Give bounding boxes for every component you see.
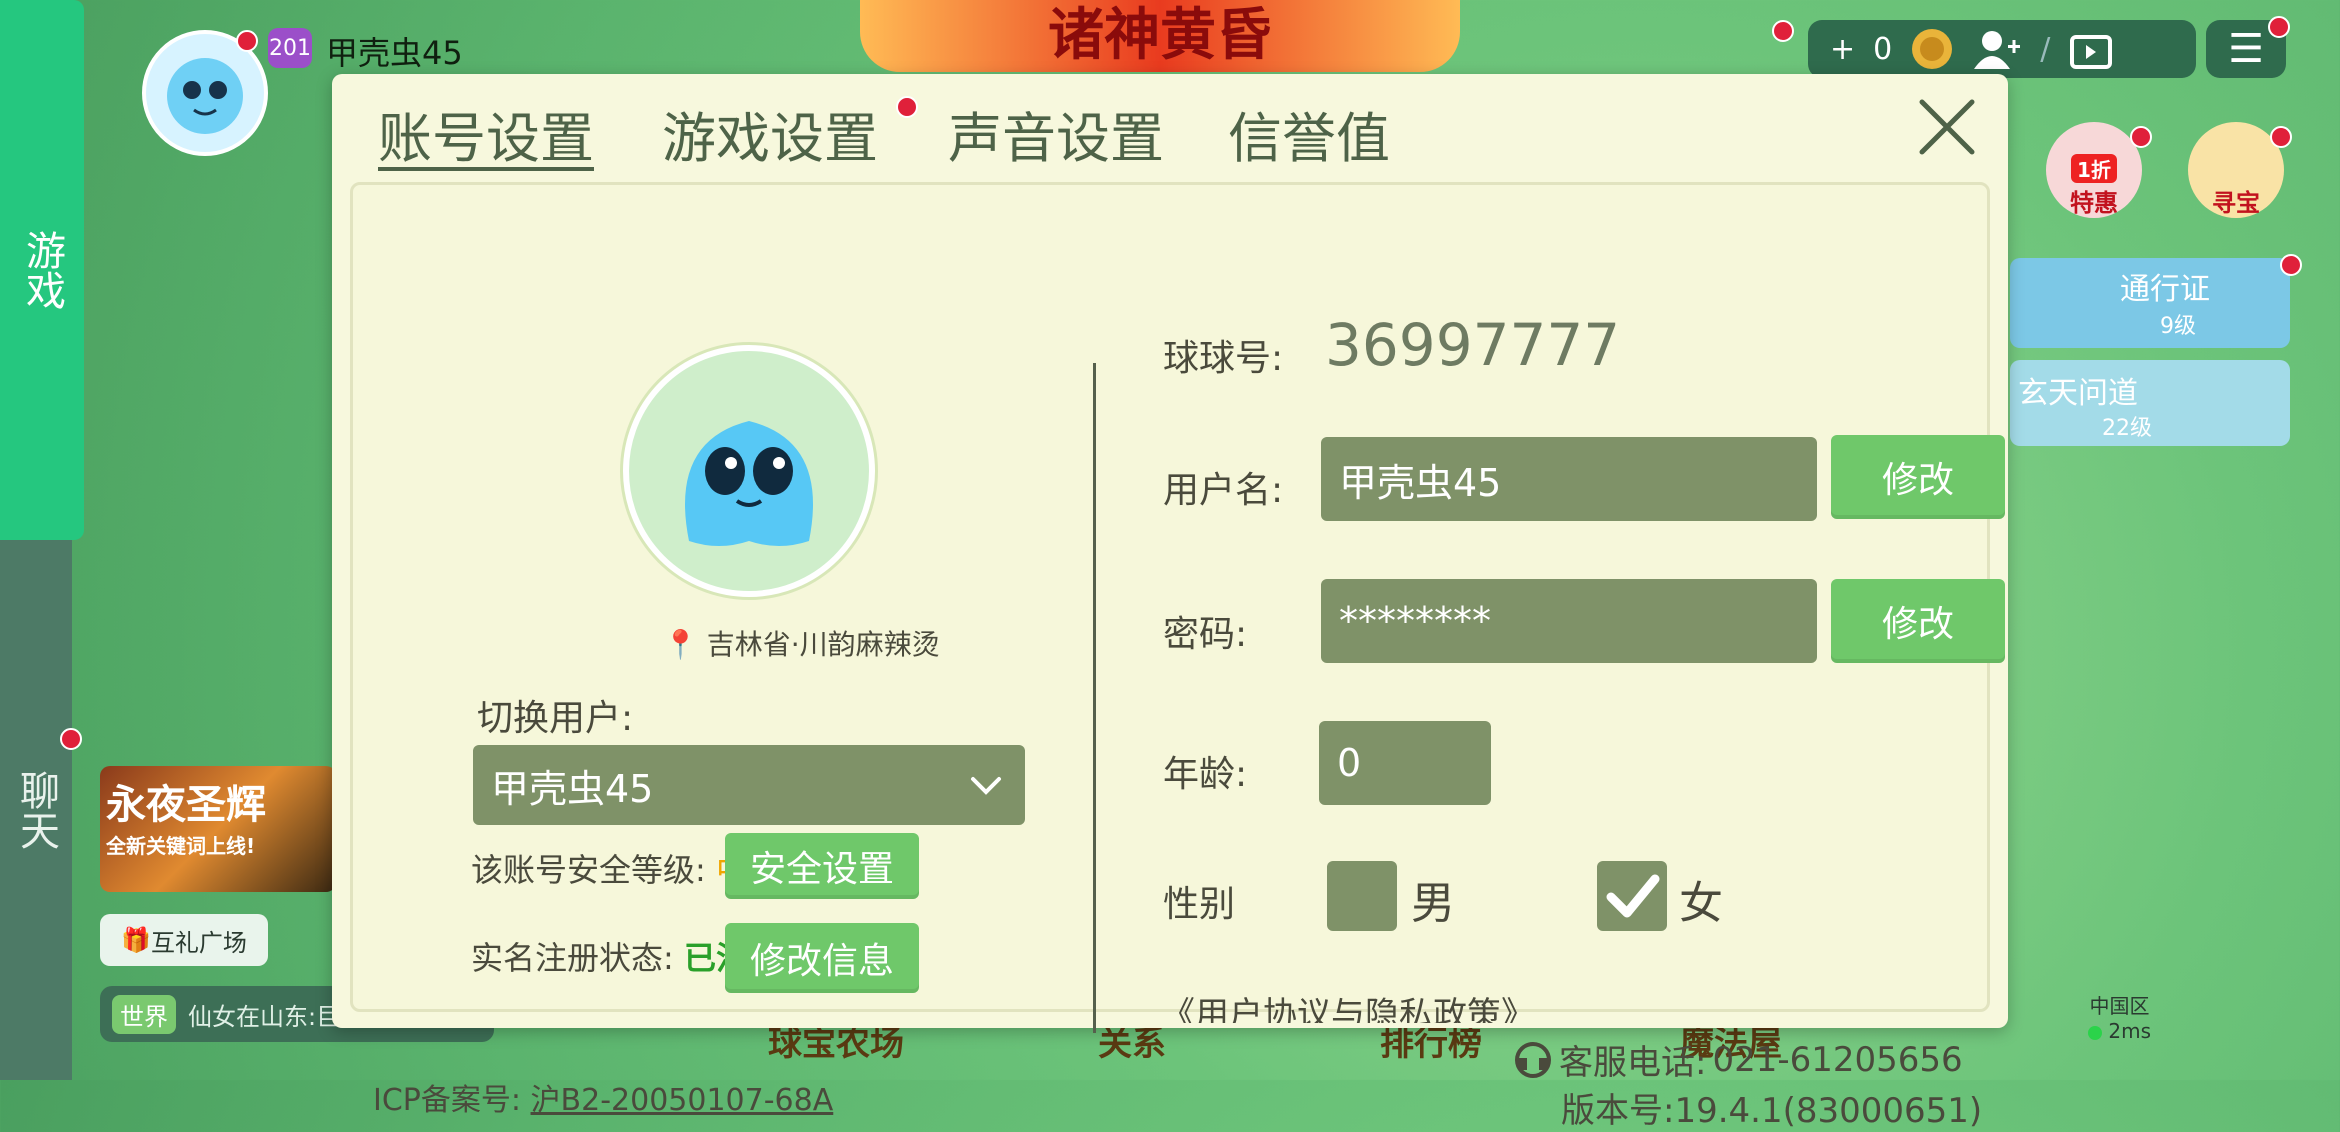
security-level: 该账号安全等级: 中 [471, 845, 748, 891]
close-icon[interactable] [1916, 96, 1978, 158]
notification-dot [1772, 20, 1794, 42]
ball-id-value: 36997777 [1325, 311, 1621, 379]
location-pin-icon: 📍 [663, 628, 698, 661]
realname-label: 实名注册状态: [471, 939, 674, 977]
rail-game-label: 游戏 [19, 230, 65, 310]
pass-label: 通行证 [2120, 272, 2210, 307]
switch-user-label: 切换用户: [477, 698, 634, 739]
promo-title: 永夜圣辉 [106, 782, 266, 828]
ping-value: 2ms [2108, 1019, 2151, 1043]
security-label: 该账号安全等级: [471, 851, 706, 889]
sale-badge: 1折 [2071, 154, 2117, 183]
event-promo-banner[interactable]: 永夜圣辉 全新关键词上线! [100, 766, 336, 892]
xuantian-label: 玄天问道 [2018, 376, 2138, 411]
checkmark-icon [1606, 874, 1660, 918]
version-info: 版本号:19.4.1(83000651) [1561, 1083, 1982, 1132]
user-agreement-link[interactable]: 《用户协议与隐私政策》 [1161, 987, 1535, 1023]
gender-male-label: 男 [1411, 878, 1455, 929]
tab-sound-settings[interactable]: 声音设置 [948, 94, 1164, 173]
location-text: 吉林省·川韵麻辣烫 [706, 628, 940, 661]
level-badge: 201 [268, 28, 312, 68]
edit-username-button[interactable]: 修改 [1831, 435, 2005, 519]
settings-dialog: 账号设置 游戏设置 声音设置 信誉值 📍 吉林省·川韵麻辣烫 切换用户: 甲壳虫… [332, 74, 2008, 1131]
pass-level: 9级 [2160, 314, 2196, 339]
rail-tab-game[interactable]: 游戏 [0, 0, 84, 540]
coin-count: 0 [1873, 31, 1893, 67]
menu-icon: ☰ [2228, 26, 2264, 72]
gift-icon: 🎁 [121, 926, 151, 954]
username-label: 用户名: [1163, 470, 1284, 511]
current-user: 甲壳虫45 [491, 766, 654, 811]
event-banner[interactable]: 诸神黄昏 [860, 0, 1460, 72]
tv-icon[interactable] [2068, 27, 2114, 71]
xuantian-level: 22级 [2102, 416, 2152, 441]
notification-dot [2280, 254, 2302, 276]
username-field[interactable]: 甲壳虫45 [1321, 437, 1817, 521]
promo-subtitle: 全新关键词上线! [106, 834, 256, 858]
divider [1093, 363, 1096, 1033]
sale-label: 特惠 [2070, 189, 2118, 217]
blob-mascot-icon [685, 421, 813, 546]
xuantian-card[interactable]: 玄天问道 22级 [2010, 360, 2290, 446]
headset-icon [1515, 1041, 1551, 1078]
world-message: 仙女在山东:巨 [188, 1002, 341, 1031]
notification-dot [2270, 126, 2292, 148]
gift-plaza-button[interactable]: 🎁 互礼广场 [100, 914, 268, 966]
gender-female-label: 女 [1679, 878, 1723, 929]
service-label: 客服电话: [1559, 1043, 1707, 1083]
security-settings-button[interactable]: 安全设置 [725, 833, 919, 899]
edit-password-button[interactable]: 修改 [1831, 579, 2005, 663]
rail-chat-label: 聊天 [13, 770, 59, 850]
account-panel: 📍 吉林省·川韵麻辣烫 切换用户: 甲壳虫45 该账号安全等级: 中 安全设置 … [350, 182, 2005, 1131]
level-value: 201 [269, 35, 311, 61]
icp-record: ICP备案号: 沪B2-20050107-68A [373, 1075, 833, 1119]
world-tag: 世界 [112, 994, 176, 1034]
gender-female-checkbox[interactable] [1597, 861, 1667, 931]
notification-dot [2268, 16, 2290, 38]
event-banner-title: 诸神黄昏 [1048, 3, 1272, 68]
location: 📍 吉林省·川韵麻辣烫 [663, 623, 940, 663]
tab-credit-score[interactable]: 信誉值 [1228, 94, 1390, 173]
password-label: 密码: [1163, 614, 1248, 655]
add-friend-icon[interactable] [1972, 27, 2022, 71]
icp-label: ICP备案号: [373, 1083, 521, 1118]
treasure-label: 寻宝 [2212, 189, 2260, 217]
coin-prefix: + [1830, 31, 1856, 67]
notification-dot [2130, 126, 2152, 148]
region-name: 中国区 [2089, 994, 2150, 1018]
region-indicator: 中国区 2ms [2088, 990, 2151, 1043]
ball-id-label: 球球号: [1163, 338, 1284, 379]
rail-tab-chat[interactable]: 聊天 [0, 540, 82, 1080]
ping-dot [2088, 1025, 2102, 1040]
version-value: 19.4.1(83000651) [1674, 1091, 1983, 1131]
age-field[interactable]: 0 [1319, 721, 1491, 805]
edit-info-button[interactable]: 修改信息 [725, 923, 919, 993]
gender-label: 性别 [1163, 884, 1236, 925]
icp-link[interactable]: 沪B2-20050107-68A [531, 1083, 834, 1118]
separator: / [2040, 31, 2051, 67]
customer-service: 客服电话: 021-61205656 [1513, 1035, 1963, 1084]
password-field[interactable]: ******** [1321, 579, 1817, 663]
player-name: 甲壳虫45 [326, 34, 463, 72]
notification-dot [896, 96, 918, 118]
gender-male-checkbox[interactable] [1327, 861, 1397, 931]
notification-dot [236, 30, 258, 52]
service-phone: 021-61205656 [1712, 1039, 1963, 1080]
chevron-down-icon [971, 777, 1001, 795]
tab-account-settings[interactable]: 账号设置 [378, 94, 594, 173]
version-label: 版本号: [1561, 1091, 1675, 1131]
gift-plaza-label: 互礼广场 [150, 928, 247, 957]
sale-button[interactable]: 1折 特惠 [2046, 122, 2142, 218]
tab-game-settings[interactable]: 游戏设置 [662, 94, 878, 173]
age-label: 年龄: [1163, 754, 1248, 795]
battle-pass-card[interactable]: 通行证 9级 [2010, 258, 2290, 348]
switch-user-dropdown[interactable]: 甲壳虫45 [473, 745, 1025, 825]
notification-dot [60, 728, 82, 750]
profile-avatar[interactable] [623, 345, 875, 597]
ping: 2ms [2088, 1019, 2151, 1043]
coin-icon[interactable] [1910, 27, 1954, 71]
currency-bar: + 0 / [1808, 20, 2196, 78]
